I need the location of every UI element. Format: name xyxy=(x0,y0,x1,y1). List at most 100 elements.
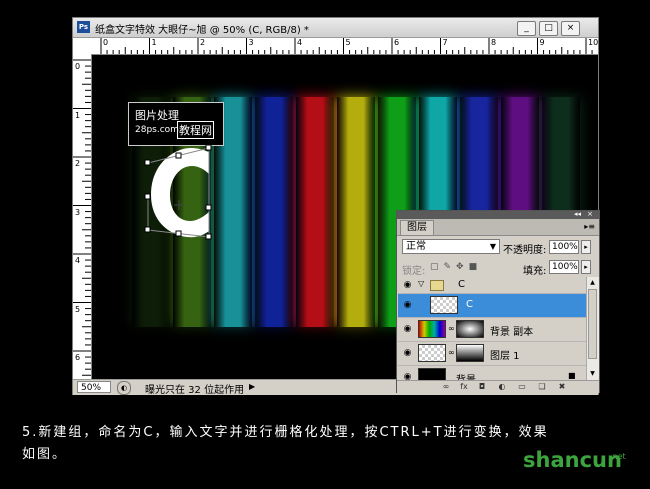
maximize-button[interactable]: □ xyxy=(539,21,558,36)
link-icon: ∞ xyxy=(448,324,455,333)
eye-icon[interactable]: ◉ xyxy=(401,299,414,311)
layers-list: ◉ ▽ C ◉ C ◉ ∞ 背景 副本 ◉ ∞ 图层 1 ◉ 背景 xyxy=(398,277,586,380)
ruler-number: 7 xyxy=(75,401,81,411)
title-bar[interactable]: Ps 纸盒文字特效 大眼仔~旭 @ 50% (C, RGB/8) * _ □ × xyxy=(73,18,598,38)
scroll-down-icon[interactable]: ▼ xyxy=(588,369,597,378)
lock-icons[interactable]: ▢✎✥■ xyxy=(430,262,482,272)
layer-name: 图层 1 xyxy=(490,351,520,362)
eye-icon[interactable]: ◉ xyxy=(401,347,414,359)
caption-line-1: 5.新建组，命名为C，输入文字并进行栅格化处理，按CTRL+T进行变换，效果 xyxy=(22,425,549,440)
opacity-label: 不透明度: xyxy=(503,245,547,256)
chevron-down-icon: ▼ xyxy=(489,242,496,251)
ruler-number: 1 xyxy=(151,38,157,47)
watermark-domain: .net xyxy=(610,452,626,461)
vertical-ruler[interactable]: 0 1 2 3 4 5 6 7 xyxy=(73,54,92,411)
layer-group-c[interactable]: ◉ ▽ C xyxy=(398,277,586,294)
watermark-logo: shancun xyxy=(523,448,622,472)
fill-label: 填充: xyxy=(523,266,547,277)
minimize-button[interactable]: _ xyxy=(517,21,536,36)
handle-bottom-middle xyxy=(175,230,182,237)
ruler-number: 10 xyxy=(588,38,599,47)
ruler-ticks xyxy=(73,59,91,376)
fill-field[interactable]: 100% xyxy=(549,260,579,274)
ruler-number: 6 xyxy=(75,353,81,362)
scroll-thumb[interactable] xyxy=(588,289,597,359)
folder-icon xyxy=(430,280,444,291)
mask-thumbnail xyxy=(456,344,484,362)
handle-bottom-right xyxy=(205,233,212,240)
scroll-up-icon[interactable]: ▲ xyxy=(588,278,597,287)
ruler-number: 3 xyxy=(75,207,81,217)
adjustment-layer-icon[interactable]: ◐ xyxy=(497,382,507,392)
ruler-number: 0 xyxy=(75,62,81,71)
layer-background[interactable]: ◉ 背景 ■ xyxy=(398,366,586,380)
handle-top-right xyxy=(205,144,212,151)
layer-name: 背景 副本 xyxy=(490,327,534,338)
handle-top-left xyxy=(144,159,151,166)
ruler-number: 2 xyxy=(75,159,81,168)
layers-panel: ◂◂ × 图层 ▸≡ 正常 ▼ 不透明度: 100% ▸ 锁定: ▢✎✥■ 填充… xyxy=(396,210,600,393)
ruler-number: 9 xyxy=(539,38,545,47)
photoshop-icon: Ps xyxy=(77,21,90,33)
letter-c-shape xyxy=(151,147,209,238)
panel-menu-icon[interactable]: ▸≡ xyxy=(584,222,595,231)
fill-arrow-icon[interactable]: ▸ xyxy=(581,260,591,274)
link-icon: ∞ xyxy=(448,348,455,357)
layer-background-copy[interactable]: ◉ ∞ 背景 副本 xyxy=(398,318,586,342)
ruler-number: 3 xyxy=(248,38,254,47)
status-menu-arrow-icon[interactable]: ▶ xyxy=(249,381,259,393)
ruler-number: 4 xyxy=(297,38,303,47)
layer-thumbnail xyxy=(430,296,458,314)
ruler-number: 7 xyxy=(442,38,448,47)
lock-label: 锁定: xyxy=(402,266,426,277)
layer-name: C xyxy=(458,279,465,290)
panel-header[interactable]: ◂◂ × xyxy=(397,210,599,219)
group-expand-icon[interactable]: ▽ xyxy=(418,279,424,288)
collapse-icon[interactable]: ◂◂ xyxy=(574,210,581,218)
layers-scrollbar[interactable]: ▲ ▼ xyxy=(586,277,599,380)
layer-1[interactable]: ◉ ∞ 图层 1 xyxy=(398,342,586,366)
ruler-number: 1 xyxy=(75,110,81,120)
delete-layer-icon[interactable]: ✖ xyxy=(557,382,567,392)
mask-thumbnail xyxy=(456,320,484,338)
panel-tab-bar: 图层 ▸≡ xyxy=(397,219,599,236)
close-button[interactable]: × xyxy=(561,21,580,36)
ruler-number: 5 xyxy=(75,304,81,314)
transform-center-point xyxy=(174,200,184,210)
opacity-arrow-icon[interactable]: ▸ xyxy=(581,240,591,254)
blend-mode-value: 正常 xyxy=(406,241,426,252)
ruler-number: 0 xyxy=(103,38,109,47)
layer-c-selected[interactable]: ◉ C xyxy=(398,294,586,318)
eye-icon[interactable]: ◉ xyxy=(401,323,414,335)
zoom-field[interactable]: 50% xyxy=(77,381,111,393)
document-title: 纸盒文字特效 大眼仔~旭 @ 50% (C, RGB/8) * xyxy=(95,25,309,36)
eye-icon[interactable]: ◉ xyxy=(401,371,414,380)
link-layers-icon[interactable]: ∞ xyxy=(441,382,451,392)
lock-icon: ■ xyxy=(568,371,576,380)
handle-bottom-left xyxy=(144,226,151,233)
layer-thumbnail xyxy=(418,320,446,338)
status-info-icon[interactable]: ◐ xyxy=(117,381,131,395)
layer-thumbnail xyxy=(418,368,446,380)
layer-style-icon[interactable]: fx xyxy=(459,382,469,392)
panel-close-icon[interactable]: × xyxy=(587,210,593,218)
panel-footer: ∞ fx ◘ ◐ ▭ ❏ ✖ xyxy=(397,380,599,393)
handle-middle-right xyxy=(205,204,212,211)
tab-layers[interactable]: 图层 xyxy=(400,220,434,235)
ruler-number: 4 xyxy=(75,256,81,265)
add-mask-icon[interactable]: ◘ xyxy=(477,382,487,392)
horizontal-ruler[interactable]: 0 1 2 3 4 5 6 7 8 9 10 xyxy=(91,38,598,55)
ruler-origin[interactable] xyxy=(73,38,92,55)
layer-name: C xyxy=(466,299,473,310)
layer-thumbnail xyxy=(418,344,446,362)
handle-top-middle xyxy=(175,152,182,159)
opacity-field[interactable]: 100% xyxy=(549,240,579,254)
blend-mode-select[interactable]: 正常 ▼ xyxy=(402,239,500,254)
handle-middle-left xyxy=(144,193,151,200)
status-message: 曝光只在 32 位起作用 xyxy=(145,385,245,396)
new-group-icon[interactable]: ▭ xyxy=(517,382,527,392)
ruler-number: 5 xyxy=(345,38,351,47)
eye-icon[interactable]: ◉ xyxy=(401,279,414,291)
new-layer-icon[interactable]: ❏ xyxy=(537,382,547,392)
ruler-number: 8 xyxy=(491,38,497,47)
